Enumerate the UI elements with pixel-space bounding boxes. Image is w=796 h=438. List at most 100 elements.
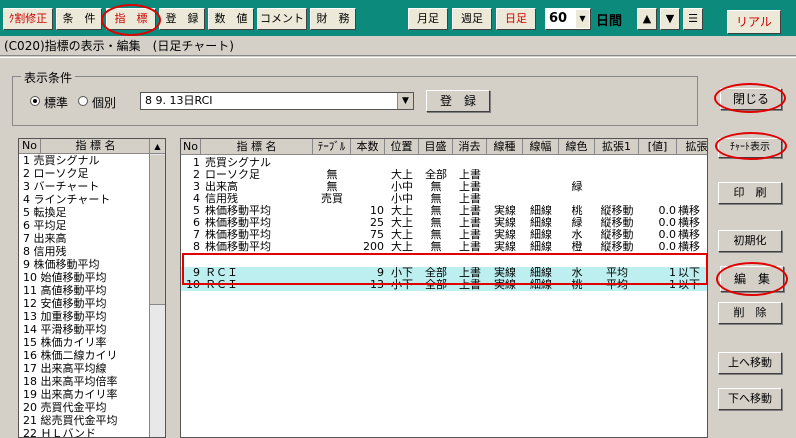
column-header[interactable]: 位置 [385,139,419,155]
preset-value: 8 9. 13日RCI [145,94,213,107]
table-cell: 9 [377,267,384,279]
toolbar-finance-button[interactable]: 財 務 [310,8,356,30]
indicator-grid[interactable]: No 指 標 名ﾃｰﾌﾞﾙ 本数 位置 目盛 消去 線種 線幅 線色 拡張1 [値] 拡張 1 売買シグ… [180,138,708,438]
table-cell: 無 [430,181,442,193]
list-item[interactable]: 3 バーチャート [23,181,99,192]
delete-button[interactable]: 削 除 [718,302,782,324]
chart-display-button[interactable]: ﾁｬｰﾄ表示 [718,138,782,158]
list-item[interactable]: 12 安値移動平均 [23,298,107,309]
column-header[interactable]: 目盛 [419,139,453,155]
column-header[interactable]: 線色 [559,139,595,155]
table-cell: 株価移動平均 [205,241,271,253]
list-item[interactable]: 7 出来高 [23,233,67,244]
table-row[interactable]: 4 信用残 売買 小中 無 上書 [181,193,707,205]
column-header-name[interactable]: 指 標 名 [41,139,151,154]
title-divider [0,57,796,61]
print-button[interactable]: 印 刷 [718,182,782,204]
column-header[interactable]: ﾃｰﾌﾞﾙ [313,139,351,155]
list-item[interactable]: 18 出来高平均倍率 [23,376,118,387]
table-cell: 細線 [530,229,552,241]
initialize-button[interactable]: 初期化 [718,230,782,252]
table-cell: 6 [193,217,200,229]
list-item[interactable]: 1 売買シグナル [23,155,100,166]
table-cell: 3 [193,181,200,193]
column-header[interactable]: 線幅 [523,139,559,155]
table-cell: 上書 [459,169,481,181]
list-item[interactable]: 13 加重移動平均 [23,311,107,322]
column-header[interactable]: 拡張 [677,139,707,155]
table-row[interactable]: 1 売買シグナル [181,157,707,169]
table-row[interactable]: 10 ＲＣＩ 13 小下 全部 上書 実線 細線 桃 平均 1 以下 [181,279,707,291]
radio-standard[interactable] [30,96,40,106]
realtime-button[interactable]: リアル [727,10,781,34]
column-header[interactable]: [値] [639,139,677,155]
list-item[interactable]: 2 ローソク足 [23,168,89,179]
table-row[interactable]: 6 株価移動平均 25 大上 無 上書 実線 細線 緑 縦移動 0.0 横移 [181,217,707,229]
menu-button[interactable]: ☰ [683,8,703,30]
toolbar-register-button[interactable]: 登 録 [159,8,205,30]
table-row[interactable]: 9 ＲＣＩ 9 小下 全部 上書 実線 細線 水 平均 1 以下 [181,267,707,279]
scroll-thumb[interactable] [150,155,165,305]
period-weekly-button[interactable]: 週足 [452,8,492,30]
scroll-up-button[interactable]: ▲ [637,8,657,30]
column-header[interactable]: 本数 [351,139,385,155]
table-cell: 0.0 [658,241,677,253]
column-header[interactable]: 線種 [487,139,523,155]
list-item[interactable]: 6 平均足 [23,220,67,231]
edit-button[interactable]: 編 集 [720,266,784,292]
list-item[interactable]: 9 株価移動平均 [23,259,100,270]
list-item[interactable]: 17 出来高平均線 [23,363,107,374]
period-daily-button[interactable]: 日足 [496,8,536,30]
scroll-up-arrow-icon[interactable]: ▲ [150,139,165,154]
column-header[interactable]: 消去 [453,139,487,155]
table-cell: 緑 [571,181,583,193]
toolbar-conditions-button[interactable]: 条 件 [56,8,102,30]
column-header[interactable]: 拡張1 [595,139,639,155]
table-row[interactable]: 3 出来高 無 小中 無 上書 緑 [181,181,707,193]
list-item[interactable]: 5 転換足 [23,207,67,218]
move-down-button[interactable]: 下へ移動 [718,388,782,410]
table-cell: 上書 [459,279,481,291]
indicator-catalog-list[interactable]: No 指 標 名 1 売買シグナル 2 ローソク足 3 バーチャート 4 ラインチャー… [18,138,166,438]
list-item[interactable]: 15 株価カイリ率 [23,337,107,348]
list-item[interactable]: 22 ＨＬバンド [23,428,96,437]
toolbar-values-button[interactable]: 数 値 [208,8,254,30]
list-item[interactable]: 14 平滑移動平均 [23,324,107,335]
close-button[interactable]: 閉じる [720,88,782,110]
table-cell: 無 [326,169,338,181]
count-select[interactable]: 60 ▼ [545,8,591,30]
list-item[interactable]: 8 信用残 [23,246,67,257]
list-item[interactable]: 21 総売買代金平均 [23,415,118,426]
column-header[interactable]: 指 標 名 [201,139,313,155]
list-item[interactable]: 19 出来高カイリ率 [23,389,118,400]
column-header[interactable]: No [181,139,201,155]
table-row[interactable]: 8 株価移動平均 200 大上 無 上書 実線 細線 橙 縦移動 0.0 横移 [181,241,707,253]
scrollbar[interactable]: ▲ [149,139,165,437]
list-item[interactable]: 10 始値移動平均 [23,272,107,283]
list-item[interactable]: 20 売買代金平均 [23,402,107,413]
table-cell: 実線 [494,241,516,253]
toolbar-indicator-button[interactable]: 指 標 [106,8,156,30]
scroll-down-button[interactable]: ▼ [660,8,680,30]
period-monthly-button[interactable]: 月足 [408,8,448,30]
toolbar-comment-button[interactable]: コメント [257,8,307,30]
register-button[interactable]: 登 録 [426,90,490,112]
conditions-legend: 表示条件 [21,69,76,86]
table-cell: ＲＣＩ [205,279,238,291]
radio-individual-label: 個別 [92,96,117,110]
table-row[interactable]: 5 株価移動平均 10 大上 無 上書 実線 細線 桃 縦移動 0.0 横移 [181,205,707,217]
list-item[interactable]: 11 高値移動平均 [23,285,107,296]
table-cell: 縦移動 [600,217,634,229]
table-cell: 10 [186,279,200,291]
radio-individual[interactable] [78,96,88,106]
table-row[interactable]: 2 ローソク足 無 大上 全部 上書 [181,169,707,181]
toolbar-split-button[interactable]: ｸ割修正 [3,8,53,30]
arrow-down-icon: ▼ [665,12,675,25]
table-row[interactable]: 7 株価移動平均 75 大上 無 上書 実線 細線 水 縦移動 0.0 横移 [181,229,707,241]
preset-select[interactable]: 8 9. 13日RCI ▼ [140,92,414,110]
column-header-no[interactable]: No [19,139,41,154]
table-cell: 水 [571,229,583,241]
list-item[interactable]: 16 株価二線カイリ [23,350,118,361]
move-up-button[interactable]: 上へ移動 [718,352,782,374]
list-item[interactable]: 4 ラインチャート [23,194,110,205]
